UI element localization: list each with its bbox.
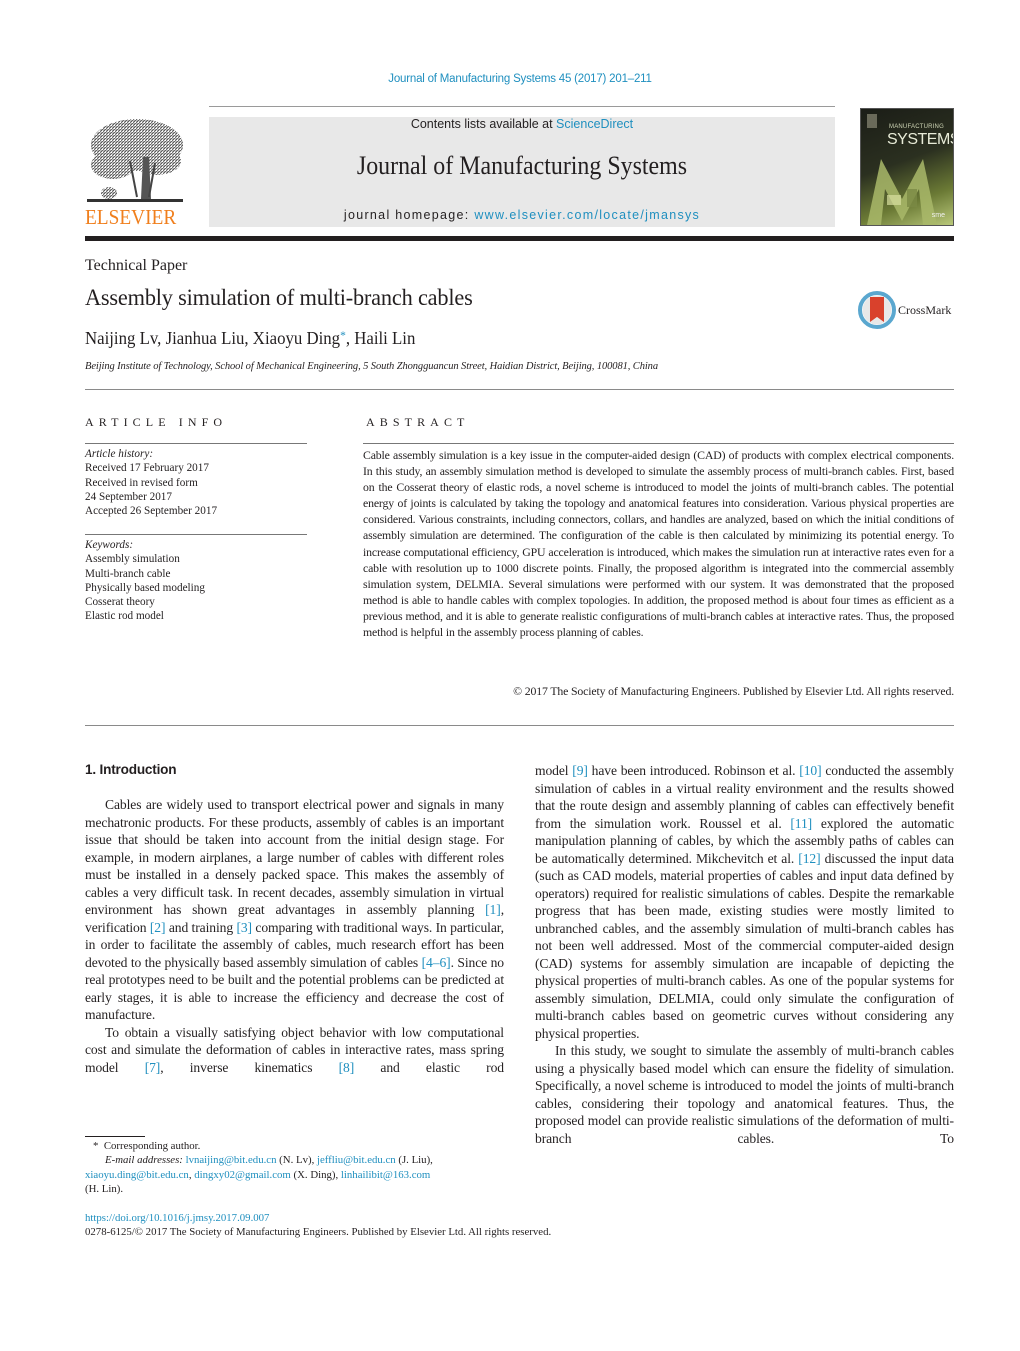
email-link[interactable]: linhailibit@163.com [341, 1169, 430, 1181]
crossmark-label: CrossMark [898, 303, 952, 317]
keyword-item: Multi-branch cable [85, 567, 171, 580]
citation-link[interactable]: [4–6] [422, 955, 451, 970]
email-owner: (N. Lv), [276, 1154, 317, 1167]
text: and elastic rod [354, 1059, 504, 1075]
abstract-heading: ABSTRACT [366, 415, 470, 429]
text: discussed the input data (such as CAD mo… [535, 850, 954, 1041]
corresponding-author-note: * Corresponding author. [85, 1139, 515, 1153]
body-column-left: Cables are widely used to transport elec… [85, 796, 504, 1076]
history-item: Received in revised form [85, 476, 198, 489]
article-history-label: Article history: [85, 448, 154, 460]
authors-after-star: , Haili Lin [345, 328, 416, 348]
email-link[interactable]: jeffliu@bit.edu.cn [317, 1154, 396, 1166]
email-link[interactable]: xiaoyu.ding@bit.edu.cn [85, 1169, 189, 1181]
email-owner: (H. Lin). [85, 1182, 124, 1195]
author-list: Naijing Lv, Jianhua Liu, Xiaoyu Ding*, H… [85, 328, 415, 349]
contents-line: Contents lists available at ScienceDirec… [209, 117, 835, 131]
paper-type-label: Technical Paper [85, 257, 188, 274]
header-thick-rule [85, 236, 954, 241]
citation-link[interactable]: [8] [339, 1060, 355, 1075]
citation-link[interactable]: [10] [799, 763, 821, 778]
history-item: 24 September 2017 [85, 490, 172, 503]
email-owner: (J. Liu), [395, 1154, 433, 1167]
citation-link[interactable]: [3] [236, 920, 252, 935]
paragraph: model [9] have been introduced. Robinson… [535, 762, 954, 1042]
issn-copyright-line: 0278-6125/© 2017 The Society of Manufact… [85, 1226, 552, 1238]
keywords: Keywords: Assembly simulation Multi-bran… [85, 538, 205, 624]
homepage-prefix: journal homepage: [343, 208, 475, 222]
corresponding-author-text: Corresponding author. [103, 1140, 201, 1152]
citation-link[interactable]: [9] [572, 763, 588, 778]
keywords-rule [85, 534, 307, 535]
citation-link[interactable]: [11] [790, 816, 812, 831]
text: , inverse kinematics [160, 1059, 339, 1075]
paragraph: In this study, we sought to simulate the… [535, 1043, 954, 1146]
crossmark-icon [858, 291, 896, 329]
keyword-item: Physically based modeling [85, 581, 205, 594]
email-addresses: E-mail addresses: lvnaijing@bit.edu.cn (… [85, 1153, 515, 1167]
journal-cover-image[interactable]: MANUFACTURING SYSTEMS sme [860, 108, 954, 226]
elsevier-wordmark[interactable]: ELSEVIER [85, 205, 176, 230]
section-heading-introduction: 1. Introduction [85, 762, 177, 777]
affiliation-rule [85, 389, 954, 390]
email-link[interactable]: dingxy02@gmail.com [194, 1169, 291, 1181]
citation-link[interactable]: [7] [145, 1060, 161, 1075]
keywords-label: Keywords: [85, 539, 134, 551]
cover-sme-logo: sme [931, 212, 945, 219]
citation-link[interactable]: [2] [150, 920, 166, 935]
paper-title: Assembly simulation of multi-branch cabl… [85, 285, 473, 311]
keyword-item: Assembly simulation [85, 553, 180, 566]
article-info-rule [85, 443, 307, 444]
abstract-text: Cable assembly simulation is a key issue… [363, 448, 954, 640]
email-link[interactable]: lvnaijing@bit.edu.cn [186, 1154, 277, 1166]
citation-link[interactable]: [1] [485, 902, 501, 917]
journal-homepage-link[interactable]: www.elsevier.com/locate/jmansys [474, 208, 700, 222]
abstract-copyright: © 2017 The Society of Manufacturing Engi… [513, 684, 954, 698]
keyword-item: Cosserat theory [85, 596, 155, 609]
email-addresses-cont: xiaoyu.ding@bit.edu.cn, dingxy02@gmail.c… [85, 1168, 515, 1182]
cover-title: SYSTEMS [887, 131, 954, 148]
article-history: Article history: Received 17 February 20… [85, 447, 217, 518]
email-owner: (X. Ding), [290, 1168, 341, 1181]
text: and training [165, 919, 237, 935]
article-info-heading: ARTICLE INFO [85, 415, 228, 429]
authors-before-star: Naijing Lv, Jianhua Liu, Xiaoyu Ding [85, 328, 341, 348]
text: model [535, 763, 573, 778]
history-item: Received 17 February 2017 [85, 462, 209, 475]
cover-subtitle: MANUFACTURING [889, 124, 944, 130]
citation-link[interactable]: [12] [798, 851, 820, 866]
journal-title: Journal of Manufacturing Systems [356, 151, 688, 180]
paragraph: To obtain a visually satisfying object b… [85, 1024, 504, 1077]
sciencedirect-link[interactable]: ScienceDirect [556, 117, 633, 131]
cover-elsevier-badge [867, 114, 877, 128]
keyword-item: Elastic rod model [85, 610, 164, 623]
journal-masthead: Contents lists available at ScienceDirec… [209, 117, 835, 227]
crossmark-button[interactable]: CrossMark [858, 291, 958, 331]
text: Cables are widely used to transport elec… [85, 797, 504, 917]
footnotes: * Corresponding author. E-mail addresses… [85, 1139, 515, 1196]
homepage-line: journal homepage: www.elsevier.com/locat… [209, 208, 835, 222]
history-item: Accepted 26 September 2017 [85, 505, 218, 518]
abstract-end-rule [85, 725, 954, 726]
cover-m-graphic-icon [867, 159, 937, 225]
running-head[interactable]: Journal of Manufacturing Systems 45 (201… [0, 73, 1020, 85]
body-column-right: model [9] have been introduced. Robinson… [535, 762, 954, 1147]
contents-prefix: Contents lists available at [410, 117, 557, 131]
affiliation: Beijing Institute of Technology, School … [85, 361, 658, 372]
abstract-rule [363, 443, 954, 444]
doi-link[interactable]: https://doi.org/10.1016/j.jmsy.2017.09.0… [85, 1212, 269, 1224]
footnote-rule [85, 1136, 145, 1137]
top-rule [209, 106, 835, 107]
email-label: E-mail addresses: [105, 1154, 183, 1167]
text: have been introduced. Robinson et al. [587, 763, 800, 778]
paragraph: Cables are widely used to transport elec… [85, 796, 504, 1024]
footnote-star: * [93, 1140, 99, 1152]
